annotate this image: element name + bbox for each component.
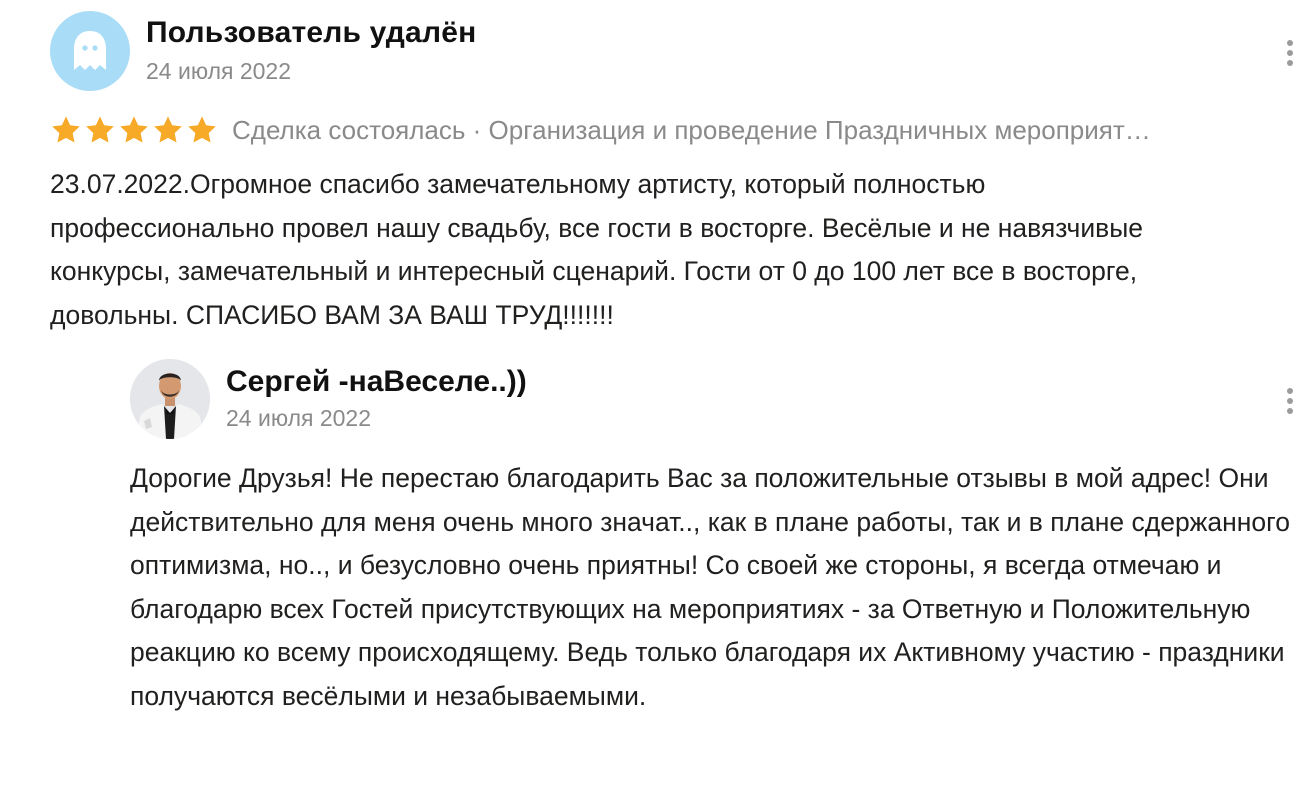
review-author-name[interactable]: Пользователь удалён: [146, 16, 476, 50]
review-deal-category: Сделка состоялась · Организация и провед…: [232, 114, 1151, 145]
person-photo-icon: [130, 359, 210, 439]
rating-stars: [50, 114, 218, 146]
more-vertical-icon: [1287, 40, 1293, 46]
star-icon: [152, 114, 184, 146]
ghost-icon: [74, 31, 106, 70]
owner-reply: Сергей -наВеселе..)) 24 июля 2022 Дороги…: [130, 355, 1300, 793]
more-vertical-icon: [1287, 388, 1293, 394]
review-more-menu-button[interactable]: [1278, 40, 1300, 66]
reply-date: 24 июля 2022: [226, 405, 371, 431]
star-icon: [50, 114, 82, 146]
review-text: 23.07.2022.Огромное спасибо замечательно…: [50, 169, 1144, 330]
deleted-user-avatar: [50, 11, 130, 91]
review-card: Пользователь удалён 24 июля 2022 Сделка …: [0, 0, 1300, 793]
reply-avatar[interactable]: [130, 359, 210, 439]
star-icon: [118, 114, 150, 146]
review-meta-row: Сделка состоялась · Организация и провед…: [50, 112, 1290, 148]
review-date: 24 июля 2022: [146, 58, 291, 84]
reply-more-menu-button[interactable]: [1278, 388, 1300, 414]
star-icon: [84, 114, 116, 146]
star-icon: [186, 114, 218, 146]
reply-text: Дорогие Друзья! Не перестаю благодарить …: [130, 463, 1290, 711]
reply-author-name[interactable]: Сергей -наВеселе..)): [226, 365, 527, 399]
